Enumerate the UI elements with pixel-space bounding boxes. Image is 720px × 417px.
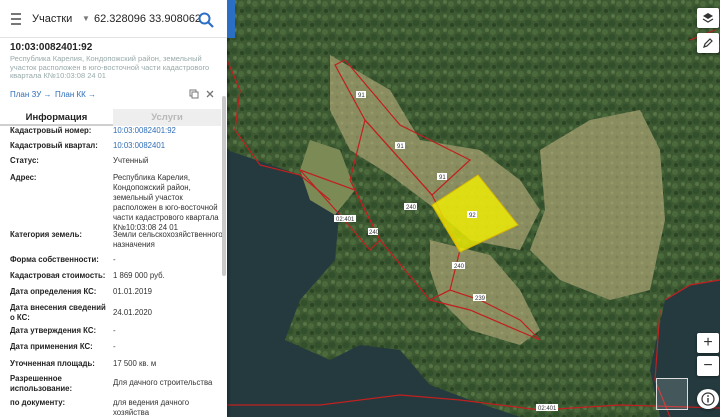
plan-kk-link[interactable]: План КК → [55, 90, 96, 99]
tab-info[interactable]: Информация [0, 109, 113, 126]
row-value: - [113, 325, 116, 335]
row-label: Кадастровый номер: [10, 125, 92, 135]
label-91-box: 91 [356, 91, 366, 99]
close-icon[interactable] [205, 89, 215, 99]
parcel-title: 10:03:0082401:92 [10, 42, 93, 53]
row-label: Дата определения КС: [10, 286, 97, 296]
plus-icon: + [703, 334, 713, 351]
plan-zu-link[interactable]: План ЗУ → [10, 90, 52, 99]
chevron-down-icon[interactable]: ▼ [82, 14, 94, 23]
row-value: для ведения дачного хозяйства [113, 397, 190, 417]
layer-select[interactable]: Участки [32, 13, 82, 25]
parcel-description: Республика Карелия, Кондопожский район, … [10, 54, 210, 81]
label-240-c: 240 [454, 264, 465, 270]
search-icon[interactable] [195, 9, 217, 31]
row-value: 1 869 000 руб. [113, 270, 165, 280]
row-label: Разрешенное использование: [10, 373, 73, 393]
row-label: Дата применения КС: [10, 341, 93, 351]
row-value: Республика Карелия, Кондопожский район, … [113, 172, 219, 232]
cad-number-link[interactable]: 10:03:0082401:92 [113, 126, 223, 136]
menu-icon[interactable] [0, 0, 32, 38]
copy-icon[interactable] [189, 89, 199, 99]
row-value: Земли сельскохозяйственного назначения [113, 229, 223, 249]
info-panel: Участки ▼ 62.328096 33.908062 10:03:0082… [0, 0, 227, 417]
label-240-a: 240 [406, 205, 417, 211]
minus-icon: − [703, 357, 713, 374]
pencil-icon [703, 38, 713, 48]
info-button[interactable] [697, 389, 719, 409]
label-240-b: 240 [369, 230, 380, 236]
block-label-south: 02:401 [538, 406, 557, 412]
cad-block-link[interactable]: 10:03:0082401 [113, 141, 223, 151]
zoom-out-button[interactable]: − [697, 356, 719, 376]
label-91-top: 91 [358, 93, 365, 99]
label-92: 92 [469, 213, 476, 219]
row-label: Адрес: [10, 172, 37, 182]
row-value: - [113, 254, 116, 264]
panel-scrollbar[interactable] [222, 96, 226, 276]
row-label: Кадастровая стоимость: [10, 270, 106, 280]
row-value: Учтенный [113, 155, 149, 165]
row-value: 24.01.2020 [113, 307, 153, 317]
label-92-upper: 91 [439, 175, 446, 181]
row-label: Кадастровый квартал: [10, 140, 98, 150]
info-icon [701, 392, 715, 406]
row-label: Дата утверждения КС: [10, 325, 97, 335]
row-label: по документу: [10, 397, 66, 407]
panel-toggle-tab[interactable] [227, 0, 235, 38]
row-label: Форма собственности: [10, 254, 99, 264]
edit-button[interactable] [697, 33, 719, 53]
zoom-in-button[interactable]: + [697, 333, 719, 353]
row-value: 17 500 кв. м [113, 358, 157, 368]
row-label: Уточненная площадь: [10, 358, 95, 368]
row-label: Категория земель: [10, 229, 82, 239]
layers-icon [702, 13, 714, 23]
block-label-west: 02:401 [336, 217, 355, 223]
tab-services[interactable]: Услуги [113, 108, 221, 126]
row-label: Дата внесения сведений о КС: [10, 302, 106, 322]
label-91b-box: 91 [395, 142, 405, 150]
label-239: 239 [475, 296, 486, 302]
row-value: Для дачного строительства [113, 377, 213, 387]
row-value: - [113, 341, 116, 351]
minimap-icon[interactable] [656, 378, 688, 410]
search-bar: Участки ▼ 62.328096 33.908062 [0, 0, 227, 38]
label-91: 91 [397, 144, 404, 150]
row-value: 01.01.2019 [113, 286, 153, 296]
row-label: Статус: [10, 155, 39, 165]
layers-button[interactable] [697, 8, 719, 28]
